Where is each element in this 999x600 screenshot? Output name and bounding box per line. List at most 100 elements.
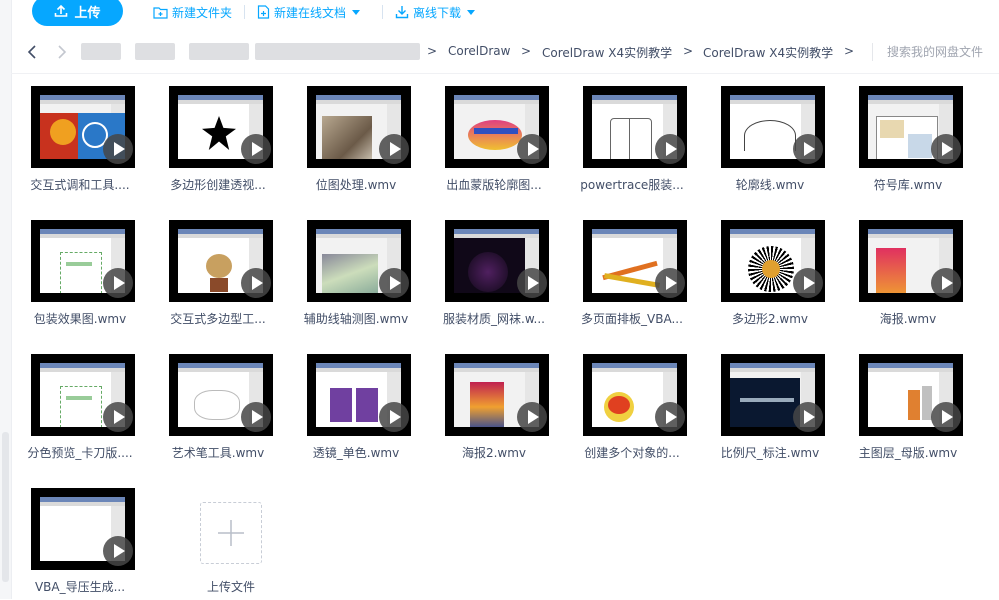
play-icon[interactable] bbox=[379, 268, 409, 298]
file-name[interactable]: 分色预览_卡刀版.... bbox=[15, 444, 145, 461]
file-name[interactable]: 海报2.wmv bbox=[429, 444, 559, 461]
video-thumbnail[interactable] bbox=[31, 354, 135, 436]
back-button[interactable] bbox=[23, 43, 41, 61]
play-icon[interactable] bbox=[517, 268, 547, 298]
breadcrumb-item[interactable]: CorelDraw bbox=[448, 44, 510, 58]
file-name[interactable]: 比例尺_标注.wmv bbox=[705, 444, 835, 461]
file-item[interactable]: 多边形创建透视... bbox=[149, 74, 287, 198]
play-icon[interactable] bbox=[931, 134, 961, 164]
file-item[interactable]: 出血蒙版轮廓图... bbox=[425, 74, 563, 198]
file-item[interactable]: 透镜_单色.wmv bbox=[287, 342, 425, 466]
file-name[interactable]: 多边形2.wmv bbox=[705, 310, 835, 327]
video-thumbnail[interactable] bbox=[445, 220, 549, 302]
file-name[interactable]: 主图层_母版.wmv bbox=[843, 444, 973, 461]
play-icon[interactable] bbox=[655, 134, 685, 164]
video-thumbnail[interactable] bbox=[721, 86, 825, 168]
file-name[interactable]: 艺术笔工具.wmv bbox=[153, 444, 283, 461]
file-item[interactable]: 比例尺_标注.wmv bbox=[701, 342, 839, 466]
file-name[interactable]: 多边形创建透视... bbox=[153, 176, 283, 193]
offline-download-button[interactable]: 离线下载 bbox=[395, 2, 476, 22]
play-icon[interactable] bbox=[793, 134, 823, 164]
video-thumbnail[interactable] bbox=[445, 354, 549, 436]
video-thumbnail[interactable] bbox=[721, 354, 825, 436]
play-icon[interactable] bbox=[103, 268, 133, 298]
play-icon[interactable] bbox=[931, 268, 961, 298]
file-item[interactable]: 主图层_母版.wmv bbox=[839, 342, 977, 466]
video-thumbnail[interactable] bbox=[169, 354, 273, 436]
file-item[interactable]: 多边形2.wmv bbox=[701, 208, 839, 332]
file-item[interactable]: 海报.wmv bbox=[839, 208, 977, 332]
video-thumbnail[interactable] bbox=[583, 354, 687, 436]
file-name[interactable]: 出血蒙版轮廓图... bbox=[429, 176, 559, 193]
play-icon[interactable] bbox=[517, 134, 547, 164]
play-icon[interactable] bbox=[103, 402, 133, 432]
file-item[interactable]: 交互式多边型工... bbox=[149, 208, 287, 332]
file-name[interactable]: 服装材质_网袜.w... bbox=[429, 310, 559, 327]
file-item[interactable]: 海报2.wmv bbox=[425, 342, 563, 466]
file-name[interactable]: 交互式调和工具.... bbox=[15, 176, 145, 193]
video-thumbnail[interactable] bbox=[583, 86, 687, 168]
play-icon[interactable] bbox=[931, 402, 961, 432]
play-icon[interactable] bbox=[103, 134, 133, 164]
play-icon[interactable] bbox=[793, 268, 823, 298]
file-item[interactable]: 辅助线轴测图.wmv bbox=[287, 208, 425, 332]
file-name[interactable]: 多页面排板_VBA... bbox=[567, 310, 697, 327]
play-icon[interactable] bbox=[379, 402, 409, 432]
search-input[interactable] bbox=[887, 42, 997, 62]
forward-button[interactable] bbox=[53, 43, 71, 61]
video-thumbnail[interactable] bbox=[307, 354, 411, 436]
file-name[interactable]: 位图处理.wmv bbox=[291, 176, 421, 193]
file-item[interactable]: 分色预览_卡刀版.... bbox=[11, 342, 149, 466]
file-item[interactable]: 创建多个对象的... bbox=[563, 342, 701, 466]
file-item[interactable]: 轮廓线.wmv bbox=[701, 74, 839, 198]
file-item[interactable]: powertrace服装... bbox=[563, 74, 701, 198]
video-thumbnail[interactable] bbox=[307, 86, 411, 168]
file-item[interactable]: VBA_导压生成... bbox=[11, 476, 149, 600]
file-name[interactable]: 辅助线轴测图.wmv bbox=[291, 310, 421, 327]
file-name[interactable]: powertrace服装... bbox=[567, 176, 697, 193]
video-thumbnail[interactable] bbox=[31, 220, 135, 302]
file-name[interactable]: VBA_导压生成... bbox=[15, 578, 145, 595]
file-name[interactable]: 海报.wmv bbox=[843, 310, 973, 327]
upload-button[interactable]: 上传 bbox=[32, 0, 123, 26]
play-icon[interactable] bbox=[793, 402, 823, 432]
file-item[interactable]: 交互式调和工具.... bbox=[11, 74, 149, 198]
play-icon[interactable] bbox=[379, 134, 409, 164]
file-item[interactable]: 位图处理.wmv bbox=[287, 74, 425, 198]
file-name[interactable]: 轮廓线.wmv bbox=[705, 176, 835, 193]
file-name[interactable]: 透镜_单色.wmv bbox=[291, 444, 421, 461]
file-name[interactable]: 交互式多边型工... bbox=[153, 310, 283, 327]
video-thumbnail[interactable] bbox=[31, 488, 135, 570]
play-icon[interactable] bbox=[241, 402, 271, 432]
play-icon[interactable] bbox=[517, 402, 547, 432]
video-thumbnail[interactable] bbox=[445, 86, 549, 168]
video-thumbnail[interactable] bbox=[721, 220, 825, 302]
file-item[interactable]: 艺术笔工具.wmv bbox=[149, 342, 287, 466]
video-thumbnail[interactable] bbox=[169, 220, 273, 302]
video-thumbnail[interactable] bbox=[307, 220, 411, 302]
file-name[interactable]: 创建多个对象的... bbox=[567, 444, 697, 461]
file-item[interactable]: 包装效果图.wmv bbox=[11, 208, 149, 332]
play-icon[interactable] bbox=[655, 268, 685, 298]
file-item[interactable]: 服装材质_网袜.w... bbox=[425, 208, 563, 332]
upload-file-tile[interactable] bbox=[200, 502, 262, 564]
play-icon[interactable] bbox=[103, 536, 133, 566]
file-name[interactable]: 包装效果图.wmv bbox=[15, 310, 145, 327]
video-thumbnail[interactable] bbox=[859, 354, 963, 436]
file-item[interactable]: 多页面排板_VBA... bbox=[563, 208, 701, 332]
breadcrumb-item[interactable]: CorelDraw X4实例教学 bbox=[542, 44, 672, 61]
collapse-handle[interactable] bbox=[2, 432, 9, 582]
video-thumbnail[interactable] bbox=[859, 86, 963, 168]
new-online-doc-button[interactable]: 新建在线文档 bbox=[257, 2, 361, 22]
file-item[interactable]: 符号库.wmv bbox=[839, 74, 977, 198]
video-thumbnail[interactable] bbox=[859, 220, 963, 302]
file-name[interactable]: 符号库.wmv bbox=[843, 176, 973, 193]
breadcrumb-item-current[interactable]: CorelDraw X4实例教学 bbox=[703, 44, 833, 61]
play-icon[interactable] bbox=[241, 268, 271, 298]
video-thumbnail[interactable] bbox=[169, 86, 273, 168]
new-folder-button[interactable]: 新建文件夹 bbox=[153, 2, 232, 22]
play-icon[interactable] bbox=[241, 134, 271, 164]
video-thumbnail[interactable] bbox=[583, 220, 687, 302]
play-icon[interactable] bbox=[655, 402, 685, 432]
video-thumbnail[interactable] bbox=[31, 86, 135, 168]
